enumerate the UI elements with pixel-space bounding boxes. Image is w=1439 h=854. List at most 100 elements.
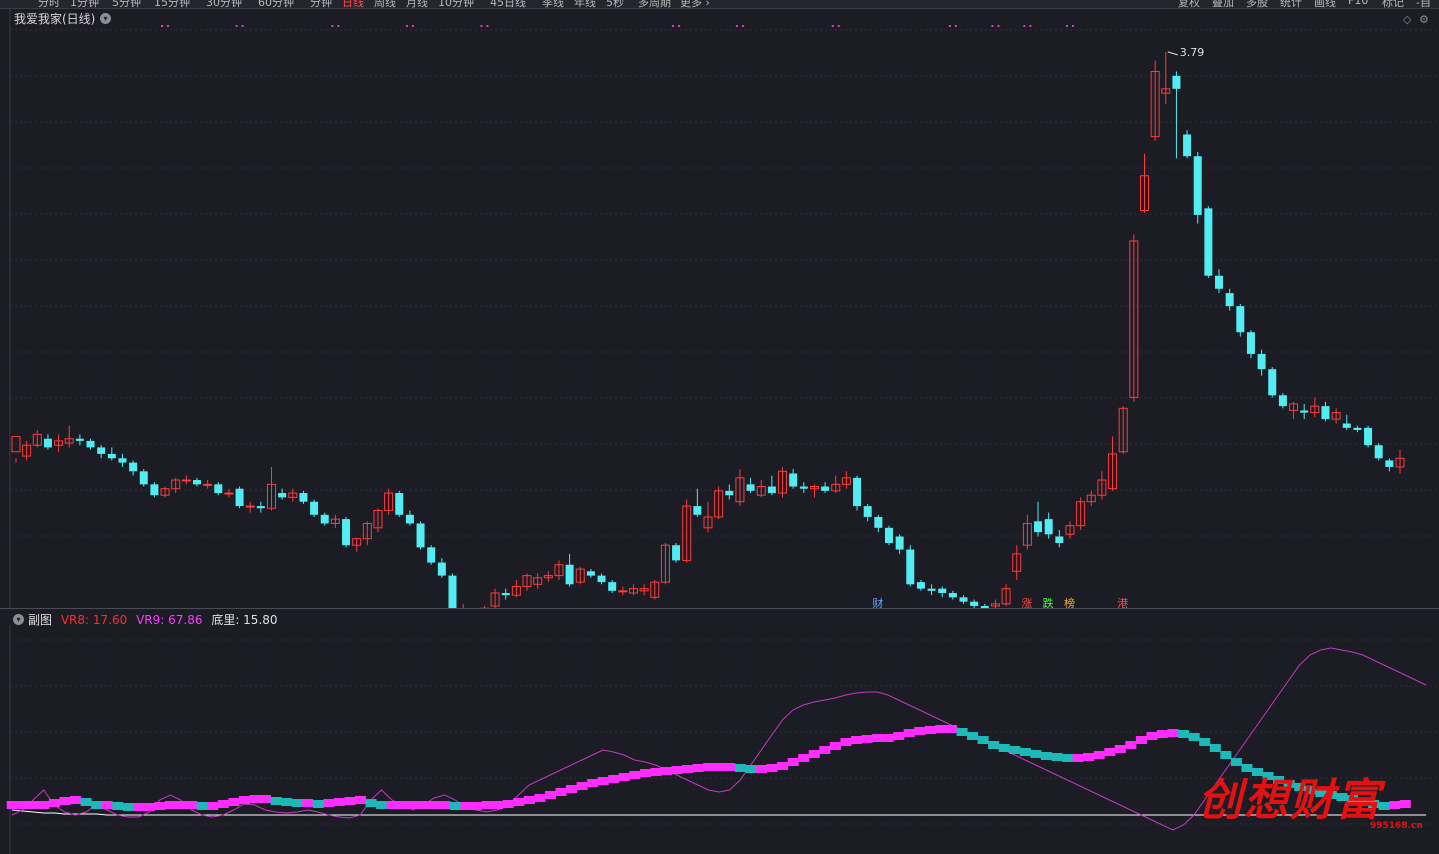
vr8-step — [692, 764, 704, 772]
candle — [682, 499, 692, 563]
candle-body — [501, 593, 510, 596]
candle — [586, 569, 595, 578]
candle — [362, 521, 372, 546]
vr8-step — [629, 771, 641, 779]
candle-body — [693, 506, 702, 515]
candle — [1374, 443, 1383, 461]
candle — [107, 447, 116, 461]
tool-button-5[interactable]: F10 — [1348, 0, 1368, 7]
candle — [906, 545, 915, 587]
vr8-step — [281, 798, 293, 806]
candle-body — [235, 488, 244, 507]
candle — [1353, 425, 1362, 433]
vr8-step — [618, 773, 630, 781]
vr8-step — [819, 746, 831, 754]
signal-dot — [991, 25, 994, 27]
vr8-step — [17, 801, 29, 809]
vr8-step — [112, 802, 124, 810]
candle-body — [192, 480, 201, 485]
candle-body — [672, 545, 681, 561]
vr8-step — [80, 798, 92, 806]
vr8-step — [829, 742, 841, 750]
vr8-step — [882, 734, 894, 742]
vr8-step — [418, 801, 430, 809]
vr8-step — [249, 795, 261, 803]
vr8-step — [291, 799, 303, 807]
vr8-step — [661, 767, 673, 775]
candle-body — [1353, 427, 1362, 431]
vr8-step — [1209, 744, 1221, 752]
signal-dot — [405, 25, 408, 27]
vr8-step — [703, 763, 715, 771]
candle — [160, 486, 170, 498]
signal-dot — [235, 25, 238, 27]
candle — [608, 579, 617, 593]
candle-body — [1374, 445, 1383, 459]
candle — [639, 584, 649, 596]
candle-body — [565, 564, 574, 585]
vr8-step — [608, 775, 620, 783]
candle — [437, 558, 446, 578]
candle — [543, 571, 553, 583]
candle — [11, 436, 21, 463]
candle — [672, 543, 681, 563]
candle-body — [278, 493, 287, 498]
signal-dot — [678, 25, 681, 27]
vr8-step — [587, 779, 599, 787]
vr8-step — [650, 768, 662, 776]
candle-body — [1246, 332, 1255, 354]
candle-body — [948, 593, 957, 598]
candle — [831, 475, 841, 494]
signal-dot — [735, 25, 738, 27]
vr8-step — [492, 801, 504, 809]
candle — [756, 480, 766, 498]
candle — [1150, 60, 1160, 141]
pane-divider[interactable] — [0, 608, 1439, 609]
vr8-step — [1157, 730, 1169, 738]
candle — [821, 482, 830, 494]
candle — [1278, 393, 1287, 409]
signal-dot — [1029, 25, 1032, 27]
candle-body — [821, 486, 830, 491]
candle — [1076, 497, 1086, 530]
vr8-step — [1062, 754, 1074, 762]
signal-dot — [741, 25, 744, 27]
candle — [235, 486, 244, 509]
candle — [725, 484, 734, 500]
candle — [853, 475, 862, 511]
candle-body — [1321, 406, 1330, 420]
signal-dot — [831, 25, 834, 27]
vr8-step — [766, 764, 778, 772]
signal-dot — [331, 25, 334, 27]
candle-body — [618, 590, 628, 593]
candle — [789, 469, 798, 489]
vr8-step — [48, 799, 60, 807]
candle — [342, 516, 351, 548]
candle — [1204, 206, 1213, 278]
candle — [1139, 154, 1149, 213]
candle — [97, 445, 106, 459]
vr8-step — [196, 802, 208, 810]
vr8-step — [1114, 745, 1126, 753]
candle-body — [725, 490, 734, 496]
vr8-step — [1040, 752, 1052, 760]
signal-dot — [486, 25, 489, 27]
vr8-step — [566, 785, 578, 793]
candle-body — [767, 486, 776, 494]
vr8-step — [312, 800, 324, 808]
vr8-step — [460, 802, 472, 810]
candle — [395, 490, 404, 517]
collapse-sub-chart-icon[interactable]: ▾ — [13, 614, 24, 625]
vr8-step — [988, 741, 1000, 749]
candle — [139, 469, 148, 487]
vr8-step — [154, 802, 166, 810]
signal-dot — [241, 25, 244, 27]
candle — [1034, 501, 1043, 537]
candlestick-chart[interactable]: 3.791.42 — [0, 8, 1439, 608]
vr8-step — [1199, 738, 1211, 746]
candle — [841, 471, 851, 489]
vr8-step — [808, 750, 820, 758]
vr8-step — [270, 797, 282, 805]
vr8-step — [1125, 741, 1137, 749]
vr8-step — [6, 801, 18, 809]
